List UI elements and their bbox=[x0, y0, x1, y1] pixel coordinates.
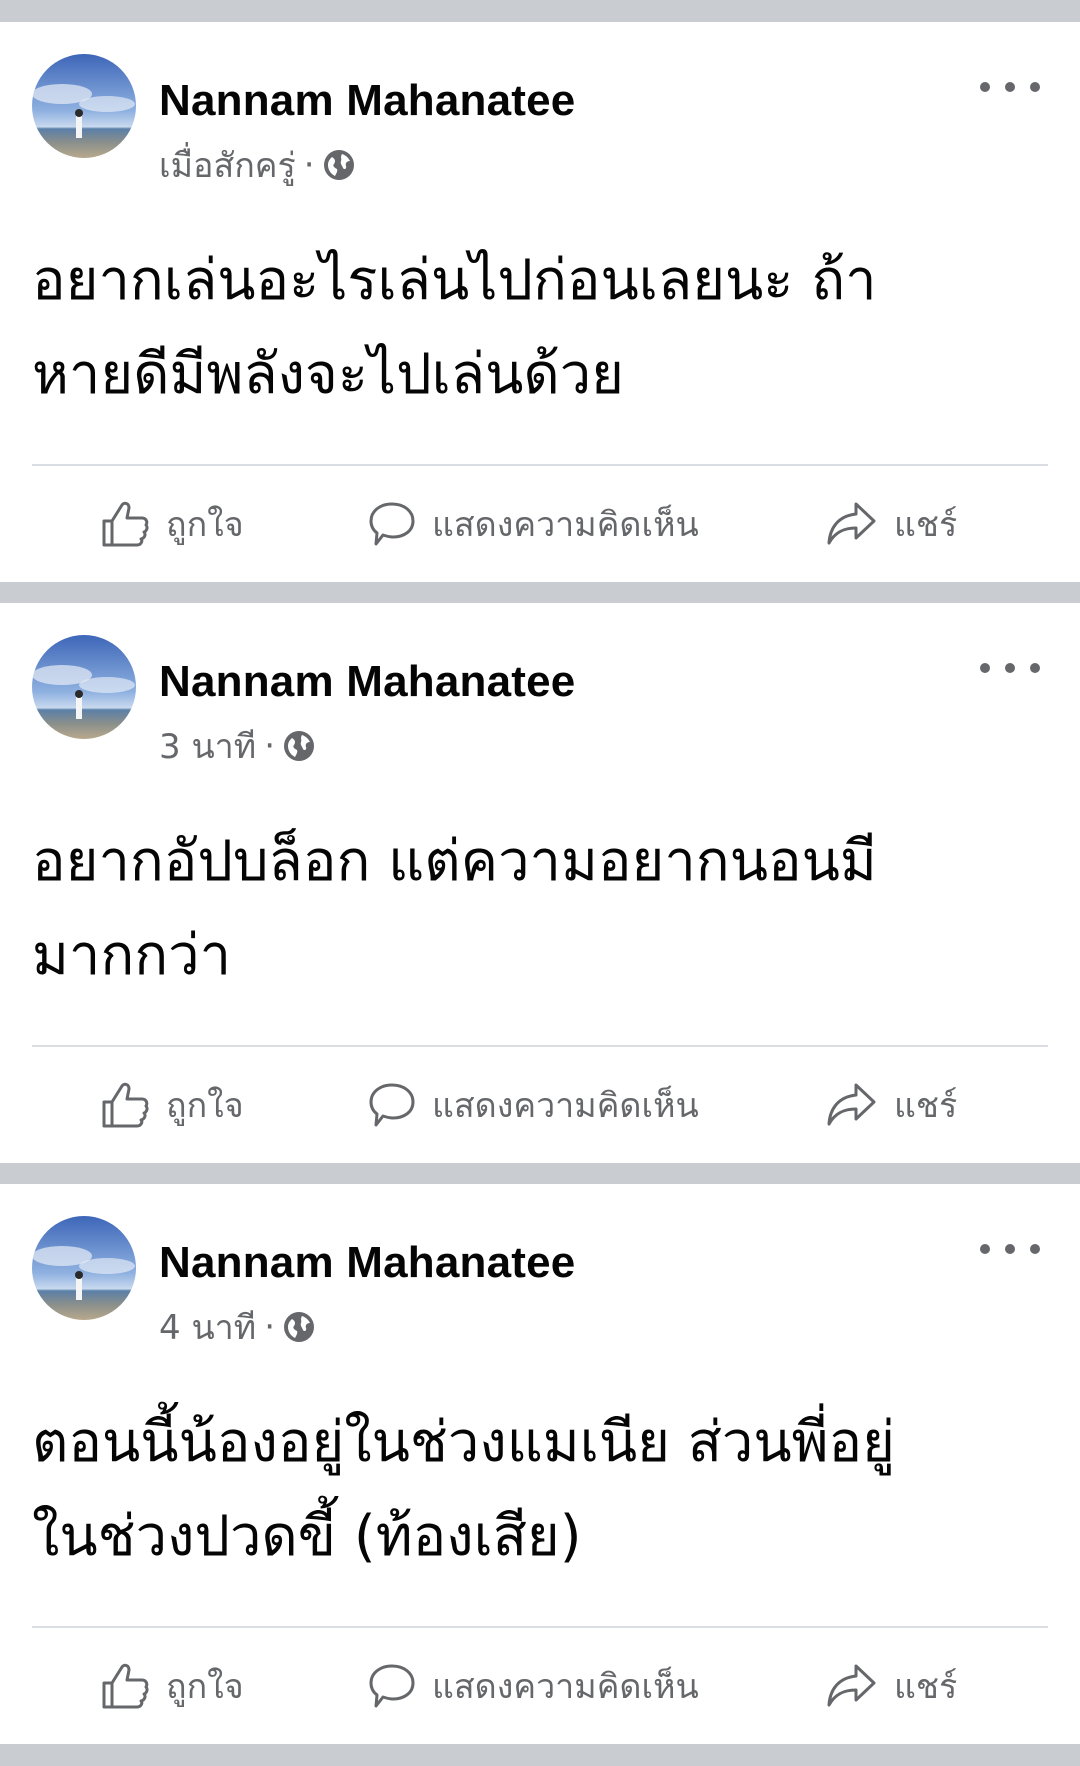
speech-bubble-icon bbox=[369, 1083, 415, 1127]
share-arrow-icon bbox=[827, 502, 876, 545]
meta-separator: · bbox=[264, 726, 275, 766]
like-button[interactable]: ถูกใจ bbox=[100, 1073, 244, 1137]
post-actions: ถูกใจ แสดงความคิดเห็น แชร์ bbox=[0, 1628, 1080, 1744]
comment-label: แสดงความคิดเห็น bbox=[432, 1667, 699, 1707]
post-card: Nannam Mahanatee 3 นาที · อยากอัปบล็อก แ… bbox=[0, 603, 1080, 1163]
dot bbox=[980, 663, 990, 673]
like-button[interactable]: ถูกใจ bbox=[100, 1654, 244, 1718]
post-meta: เมื่อสักครู่ · bbox=[159, 138, 355, 192]
post-text-line: อยากอัปบล็อก แต่ความอยากนอนมี bbox=[32, 829, 877, 894]
meta-separator: · bbox=[303, 145, 315, 185]
author-name[interactable]: Nannam Mahanatee bbox=[159, 657, 575, 707]
share-button[interactable]: แชร์ bbox=[826, 1654, 957, 1718]
like-label: ถูกใจ bbox=[166, 505, 244, 545]
dot bbox=[1030, 663, 1040, 673]
thumbs-up-icon bbox=[102, 1082, 149, 1128]
post-timestamp[interactable]: เมื่อสักครู่ bbox=[159, 138, 296, 192]
avatar[interactable] bbox=[32, 635, 136, 739]
author-name[interactable]: Nannam Mahanatee bbox=[159, 1238, 575, 1288]
dot bbox=[980, 82, 990, 92]
dot bbox=[980, 1244, 990, 1254]
share-arrow-icon bbox=[827, 1083, 876, 1126]
post-header: Nannam Mahanatee 3 นาที · bbox=[32, 635, 1050, 767]
dot bbox=[1030, 82, 1040, 92]
share-button[interactable]: แชร์ bbox=[826, 492, 957, 556]
dot bbox=[1005, 663, 1015, 673]
post-text-line: ตอนนี้น้องอยู่ในช่วงแมเนีย ส่วนพี่อยู่ bbox=[32, 1410, 895, 1475]
post-text-line: อยากเล่นอะไรเล่นไปก่อนเลยนะ ถ้า bbox=[32, 248, 877, 313]
post-header: Nannam Mahanatee เมื่อสักครู่ · bbox=[32, 54, 1050, 186]
post-actions: ถูกใจ แสดงความคิดเห็น แชร์ bbox=[0, 1047, 1080, 1163]
share-label: แชร์ bbox=[894, 505, 958, 545]
avatar-photo bbox=[32, 54, 136, 158]
comment-button[interactable]: แสดงความคิดเห็น bbox=[368, 1073, 699, 1137]
post-header: Nannam Mahanatee 4 นาที · bbox=[32, 1216, 1050, 1348]
author-name[interactable]: Nannam Mahanatee bbox=[159, 76, 575, 126]
comment-button[interactable]: แสดงความคิดเห็น bbox=[368, 492, 699, 556]
post-meta: 4 นาที · bbox=[159, 1300, 315, 1354]
avatar-photo bbox=[32, 635, 136, 739]
comment-label: แสดงความคิดเห็น bbox=[432, 1086, 699, 1126]
like-button[interactable]: ถูกใจ bbox=[100, 492, 244, 556]
post-card: Nannam Mahanatee เมื่อสักครู่ · อยากเล่น… bbox=[0, 22, 1080, 582]
avatar[interactable] bbox=[32, 1216, 136, 1320]
like-label: ถูกใจ bbox=[166, 1667, 244, 1707]
share-label: แชร์ bbox=[894, 1086, 958, 1126]
dot bbox=[1005, 82, 1015, 92]
share-arrow-icon bbox=[827, 1664, 876, 1707]
speech-bubble-icon bbox=[369, 502, 415, 546]
post-meta: 3 นาที · bbox=[159, 719, 315, 773]
globe-icon bbox=[323, 149, 355, 181]
meta-separator: · bbox=[264, 1307, 275, 1347]
news-feed: Nannam Mahanatee เมื่อสักครู่ · อยากเล่น… bbox=[0, 0, 1080, 1744]
more-options-icon[interactable] bbox=[980, 72, 1040, 102]
post-text: ตอนนี้น้องอยู่ในช่วงแมเนีย ส่วนพี่อยู่ ใ… bbox=[32, 1396, 1054, 1584]
share-label: แชร์ bbox=[894, 1667, 958, 1707]
more-options-icon[interactable] bbox=[980, 1234, 1040, 1264]
post-text-line: หายดีมีพลังจะไปเล่นด้วย bbox=[32, 342, 624, 407]
dot bbox=[1030, 1244, 1040, 1254]
avatar[interactable] bbox=[32, 54, 136, 158]
dot bbox=[1005, 1244, 1015, 1254]
post-timestamp[interactable]: 3 นาที bbox=[159, 719, 256, 773]
post-timestamp[interactable]: 4 นาที bbox=[159, 1300, 256, 1354]
globe-icon bbox=[283, 730, 315, 762]
post-card: Nannam Mahanatee 4 นาที · ตอนนี้น้องอยู่… bbox=[0, 1184, 1080, 1744]
speech-bubble-icon bbox=[369, 1664, 415, 1708]
share-button[interactable]: แชร์ bbox=[826, 1073, 957, 1137]
more-options-icon[interactable] bbox=[980, 653, 1040, 683]
post-text-line: มากกว่า bbox=[32, 923, 232, 988]
like-label: ถูกใจ bbox=[166, 1086, 244, 1126]
avatar-photo bbox=[32, 1216, 136, 1320]
comment-label: แสดงความคิดเห็น bbox=[432, 505, 699, 545]
thumbs-up-icon bbox=[102, 501, 149, 547]
thumbs-up-icon bbox=[102, 1663, 149, 1709]
comment-button[interactable]: แสดงความคิดเห็น bbox=[368, 1654, 699, 1718]
globe-icon bbox=[283, 1311, 315, 1343]
post-text-line: ในช่วงปวดขี้ (ท้องเสีย) bbox=[32, 1504, 582, 1569]
post-actions: ถูกใจ แสดงความคิดเห็น แชร์ bbox=[0, 466, 1080, 582]
post-text: อยากอัปบล็อก แต่ความอยากนอนมี มากกว่า bbox=[32, 815, 1054, 1003]
post-text: อยากเล่นอะไรเล่นไปก่อนเลยนะ ถ้า หายดีมีพ… bbox=[32, 234, 1054, 422]
